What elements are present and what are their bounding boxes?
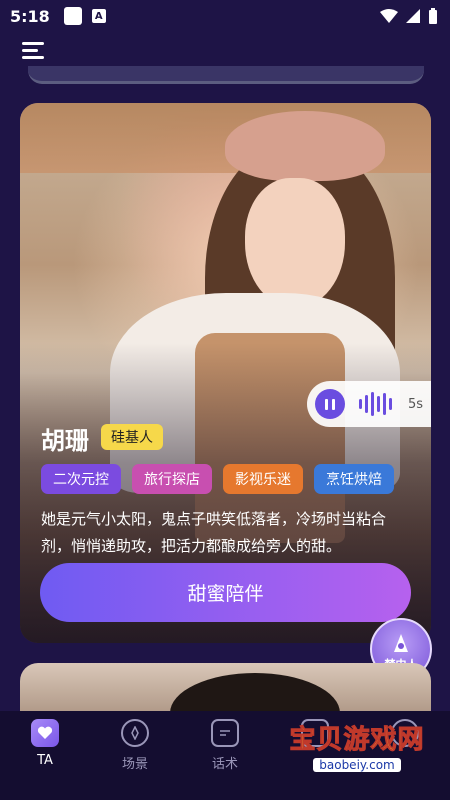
tab-label: 场景 [121, 757, 148, 772]
wifi-icon [380, 9, 398, 23]
status-bar: 5:18 A [0, 0, 450, 32]
tag: 旅行探店 [132, 464, 212, 494]
character-name: 胡珊 [41, 427, 89, 455]
heart-icon [31, 719, 59, 747]
tab-label: 话术 [211, 757, 238, 772]
tab-ta[interactable]: TA [0, 711, 90, 800]
tab-phrases[interactable]: 话术 [180, 711, 270, 800]
wizard-icon [394, 634, 408, 652]
voice-player[interactable]: 5s [307, 381, 431, 427]
tag: 影视乐迷 [223, 464, 303, 494]
previous-card[interactable] [28, 66, 424, 84]
tab-scene[interactable]: 场景 [90, 711, 180, 800]
pause-icon[interactable] [315, 389, 345, 419]
battery-icon [429, 8, 437, 24]
character-card[interactable]: 5s 胡珊 硅基人 二次元控 旅行探店 影视乐迷 烹饪烘焙 她是元气小太阳，鬼点… [20, 103, 431, 643]
companion-button[interactable]: 甜蜜陪伴 [40, 563, 411, 622]
status-time: 5:18 [10, 6, 50, 26]
menu-button[interactable] [22, 42, 44, 60]
tag: 二次元控 [41, 464, 121, 494]
watermark: 宝贝游戏网 baobeiy.com [272, 705, 442, 785]
signal-icon [406, 9, 420, 23]
tag-list: 二次元控 旅行探店 影视乐迷 烹饪烘焙 [41, 464, 394, 494]
tab-label: TA [37, 753, 53, 768]
notification-a-icon: A [91, 9, 106, 23]
watermark-title: 宝贝游戏网 [289, 724, 425, 755]
watermark-url: baobeiy.com [313, 757, 401, 772]
type-badge: 硅基人 [101, 424, 163, 450]
message-icon [211, 719, 239, 747]
voice-duration: 5s [408, 396, 424, 412]
waveform-icon [359, 392, 392, 416]
tag: 烹饪烘焙 [314, 464, 394, 494]
character-description: 她是元气小太阳，鬼点子哄笑低落者，冷场时当粘合剂，悄悄递助攻，把活力都酿成给旁人… [41, 510, 387, 555]
notification-icon [63, 7, 82, 25]
compass-icon [121, 719, 149, 747]
